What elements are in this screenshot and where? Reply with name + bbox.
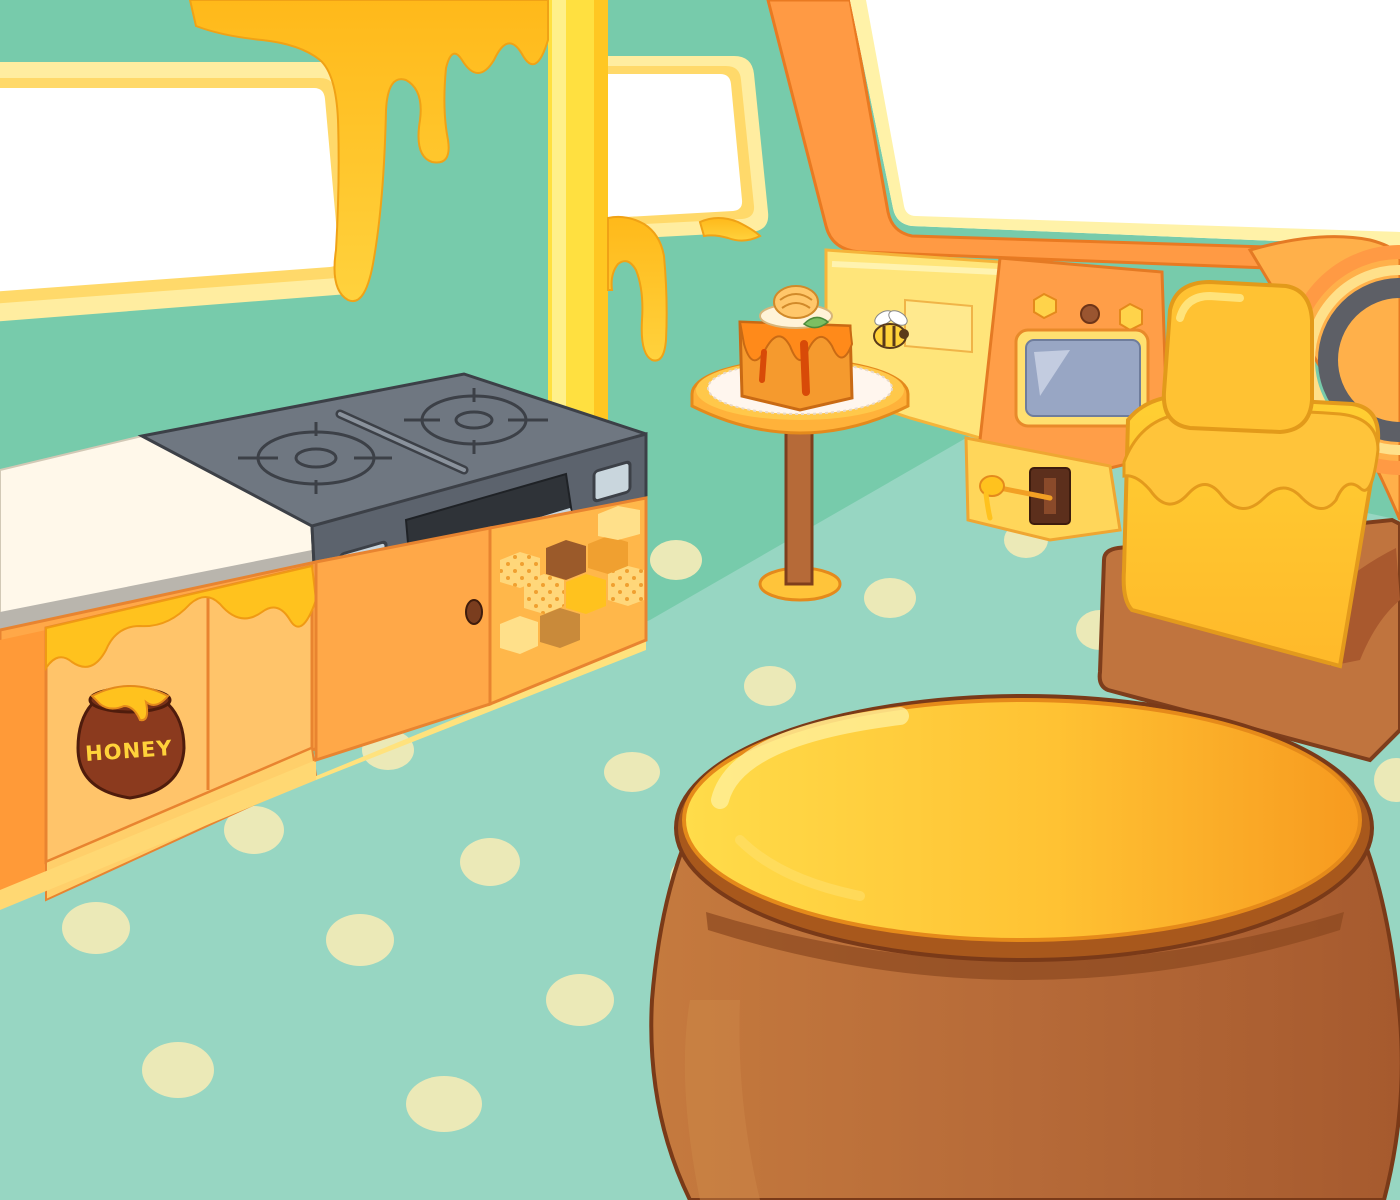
floor-dot: [406, 1076, 482, 1132]
cabinet-handle[interactable]: [465, 599, 483, 625]
honey-jar[interactable]: HONEY: [76, 685, 186, 800]
middle-window: [602, 56, 769, 240]
floor-dot: [546, 974, 614, 1026]
hexagon-icon[interactable]: [1119, 302, 1143, 332]
honey-pot-stool[interactable]: [649, 694, 1400, 1200]
camper-van-interior: HONEY: [0, 0, 1400, 1200]
floor-dot: [864, 578, 916, 618]
floor-dot: [650, 540, 702, 580]
floor-dot: [326, 914, 394, 966]
knob-icon[interactable]: [1080, 304, 1100, 324]
floor-dot: [62, 902, 130, 954]
floor-dot: [744, 666, 796, 706]
hexagon-icon[interactable]: [1033, 292, 1057, 320]
floor-dot: [142, 1042, 214, 1098]
pillar: [548, 0, 608, 420]
left-window: [0, 62, 369, 322]
floor-dot: [604, 752, 660, 792]
dashboard-screen[interactable]: [1014, 328, 1150, 428]
windshield: [766, 0, 1400, 272]
floor-dot: [460, 838, 520, 886]
